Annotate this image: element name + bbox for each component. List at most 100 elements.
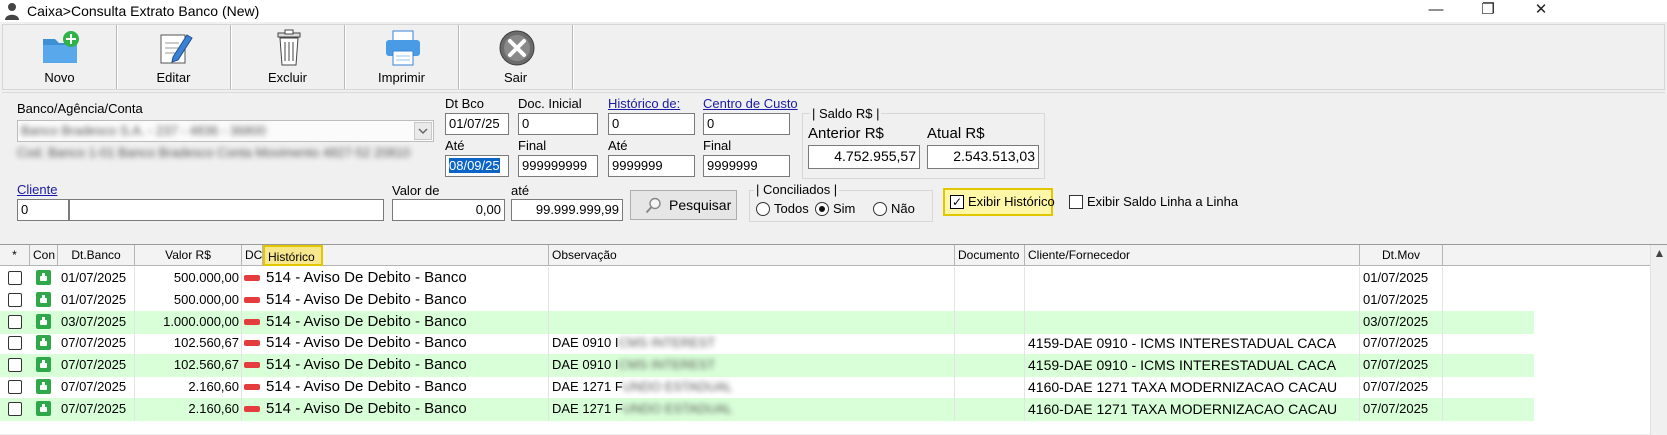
conciliado-thumb-icon	[36, 335, 51, 351]
col-con[interactable]: Con	[30, 245, 58, 266]
radio-sim[interactable]	[815, 202, 829, 216]
conciliado-thumb-icon	[36, 357, 51, 373]
exibir-historico-checkbox[interactable]: ✓	[950, 195, 964, 209]
cell-valor: 1.000.000,00	[135, 310, 242, 334]
cell-dt-mov: 07/07/2025	[1363, 332, 1443, 356]
close-window-button[interactable]: ✕	[1518, 0, 1564, 22]
table-row[interactable]: 01/07/2025 500.000,00 514 - Aviso De Debit…	[0, 267, 1534, 290]
minimize-button[interactable]: —	[1413, 0, 1459, 22]
cell-dt-banco: 07/07/2025	[61, 332, 135, 356]
pesquisar-label: Pesquisar	[669, 197, 732, 213]
cell-historico: 514 - Aviso De Debito - Banco	[266, 397, 549, 421]
cell-documento	[955, 310, 1025, 334]
col-select[interactable]: *	[0, 245, 30, 266]
observacao-text: DAE 0910 I	[552, 357, 619, 373]
debit-icon	[244, 340, 260, 347]
window-title: Caixa>Consulta Extrato Banco (New)	[27, 3, 260, 19]
ate-date-value: 08/09/25	[449, 158, 500, 173]
doc-final-input[interactable]: 999999999	[518, 155, 598, 177]
sair-button[interactable]: Sair	[459, 25, 573, 89]
table-row[interactable]: 07/07/2025 2.160,60 514 - Aviso De Debito …	[0, 397, 1534, 421]
maximize-button[interactable]: ❐	[1465, 0, 1511, 22]
observacao-hidden-text: UNDO ESTADUAL	[622, 379, 733, 394]
col-cliente[interactable]: Cliente/Fornecedor	[1025, 245, 1360, 266]
observacao-hidden-text: UNDO ESTADUAL	[622, 400, 733, 416]
radio-nao[interactable]	[873, 202, 887, 216]
cell-dt-banco: 07/07/2025	[61, 376, 135, 399]
historico-link[interactable]: Histórico de:	[608, 96, 680, 111]
pesquisar-button[interactable]: Pesquisar	[630, 190, 737, 220]
ate-date-input[interactable]: 08/09/25	[445, 155, 509, 177]
cell-valor: 102.560,67	[135, 354, 242, 378]
editar-button[interactable]: Editar	[117, 25, 231, 89]
conciliado-thumb-icon	[36, 379, 51, 394]
cell-historico: 514 - Aviso De Debito - Banco	[266, 288, 549, 312]
radio-todos[interactable]	[756, 202, 770, 216]
vertical-scrollbar[interactable]: ▲	[1650, 245, 1667, 435]
conciliados-title: | Conciliados |	[754, 182, 840, 197]
chevron-down-icon[interactable]	[414, 122, 432, 140]
exibir-historico-option[interactable]: ✓ Exibir Histórico	[943, 188, 1055, 216]
imprimir-button[interactable]: Imprimir	[345, 25, 459, 89]
cell-observacao	[552, 267, 955, 290]
col-dt-banco[interactable]: Dt.Banco	[58, 245, 135, 266]
doc-inicial-input[interactable]: 0	[518, 113, 598, 135]
exibir-saldo-checkbox[interactable]	[1069, 195, 1083, 209]
cliente-link[interactable]: Cliente	[17, 182, 57, 197]
cell-observacao: DAE 1271 FUNDO ESTADUAL	[552, 397, 955, 421]
cliente-name-input[interactable]	[69, 199, 384, 221]
excluir-button[interactable]: Excluir	[231, 25, 345, 89]
historico-de-input[interactable]: 0	[608, 113, 695, 135]
cell-documento	[955, 397, 1025, 421]
table-row[interactable]: 03/07/2025 1.000.000,00 514 - Aviso De Deb…	[0, 310, 1534, 334]
col-dc[interactable]: DC	[242, 245, 263, 266]
edit-icon	[160, 34, 193, 64]
saldo-anterior-label: Anterior R$	[808, 125, 884, 142]
novo-label: Novo	[44, 70, 75, 85]
row-checkbox[interactable]	[8, 336, 22, 351]
row-checkbox[interactable]	[8, 314, 22, 329]
trash-icon	[277, 29, 300, 66]
col-documento[interactable]: Documento	[955, 245, 1025, 266]
historico-ate-input[interactable]: 9999999	[608, 155, 695, 177]
cell-cliente: 4160-DAE 1271 TAXA MODERNIZACAO CACAU	[1028, 397, 1360, 421]
col-historico[interactable]: Histórico	[263, 245, 323, 266]
row-checkbox[interactable]	[8, 292, 22, 307]
historico-ate-label: Até	[608, 138, 628, 153]
extrato-grid[interactable]: * Con Dt.Banco Valor R$ DC Histórico Obs…	[0, 244, 1667, 435]
banco-select[interactable]: Banco Bradesco S.A. - 237 - 4836 - 36800	[17, 120, 434, 142]
row-checkbox[interactable]	[8, 271, 22, 285]
centro-final-input[interactable]: 9999999	[703, 155, 790, 177]
imprimir-label: Imprimir	[378, 70, 425, 85]
novo-button[interactable]: Novo	[3, 25, 117, 89]
cell-dt-banco: 01/07/2025	[61, 267, 135, 290]
observacao-text: DAE 1271 F	[552, 400, 623, 416]
col-observacao[interactable]: Observação	[549, 245, 955, 266]
doc-final-label: Final	[518, 138, 547, 153]
cliente-code-input[interactable]: 0	[17, 199, 69, 221]
valor-de-input[interactable]: 0,00	[392, 199, 505, 221]
row-checkbox[interactable]	[8, 380, 22, 394]
dt-bco-input[interactable]: 01/07/25	[445, 113, 509, 135]
table-row[interactable]: 01/07/2025 500.000,00 514 - Aviso De Debit…	[0, 288, 1534, 312]
debit-icon	[244, 296, 260, 303]
col-valor[interactable]: Valor R$	[135, 245, 242, 266]
row-checkbox[interactable]	[8, 358, 22, 373]
row-checkbox[interactable]	[8, 401, 22, 416]
valor-ate-input[interactable]: 99.999.999,99	[511, 199, 623, 221]
centro-custo-link[interactable]: Centro de Custo	[703, 96, 798, 111]
table-row[interactable]: 07/07/2025 102.560,67 514 - Aviso De Debit…	[0, 354, 1534, 378]
observacao-text: DAE 0910 I	[552, 335, 619, 351]
table-row[interactable]: 07/07/2025 102.560,67 514 - Aviso De Debit…	[0, 332, 1534, 356]
toolbar: Novo Editar Excluir Imprimir Sair	[2, 24, 1665, 90]
centro-custo-input[interactable]: 0	[703, 113, 790, 135]
cell-cliente	[1028, 267, 1360, 290]
table-row[interactable]: 07/07/2025 2.160,60 514 - Aviso De Debito …	[0, 376, 1534, 399]
conciliado-thumb-icon	[36, 400, 51, 416]
exibir-saldo-label: Exibir Saldo Linha a Linha	[1087, 194, 1239, 209]
cell-observacao	[552, 288, 955, 312]
col-dt-mov[interactable]: Dt.Mov	[1360, 245, 1443, 266]
scroll-up-icon[interactable]: ▲	[1651, 245, 1667, 262]
valor-ate-label: até	[511, 183, 530, 198]
cell-documento	[955, 332, 1025, 356]
